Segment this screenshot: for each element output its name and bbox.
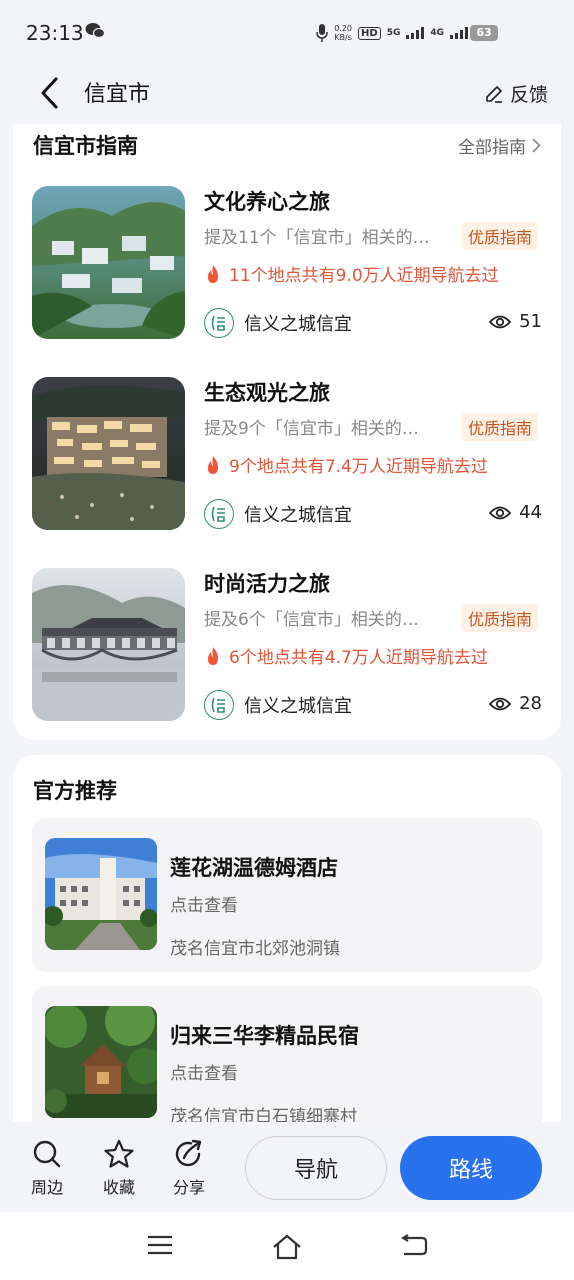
home-icon[interactable]: [272, 1234, 302, 1260]
route-button[interactable]: 路线: [400, 1136, 542, 1200]
recommendation-action[interactable]: 点击查看: [170, 891, 238, 916]
guide-author: 信义之城信宜: [204, 499, 352, 529]
guide-hot-text: 11个地点共有9.0万人近期导航去过: [229, 266, 499, 286]
view-count: 28: [519, 693, 542, 714]
bottom-action-bar: 周边 收藏 分享 导航 路线: [0, 1122, 574, 1212]
recommendation-thumbnail: [45, 1006, 157, 1118]
eye-icon: [489, 697, 512, 710]
author-name: 信义之城信宜: [244, 696, 352, 717]
recommendation-thumbnail: [45, 838, 157, 950]
menu-icon[interactable]: [147, 1234, 173, 1256]
guide-title: 生态观光之旅: [204, 381, 330, 405]
favorite-button[interactable]: 收藏: [94, 1138, 144, 1198]
guide-hot-stat: 9个地点共有7.4万人近期导航去过: [204, 452, 488, 477]
guide-item[interactable]: 文化养心之旅 提及11个「信宜市」相关的… 优质指南 11个地点共有9.0万人近…: [32, 186, 552, 342]
favorite-label: 收藏: [102, 1178, 135, 1197]
battery-indicator: 63: [470, 25, 498, 41]
recommendation-card[interactable]: 归来三华李精品民宿 点击查看 茂名信宜市白石镇细寨村: [32, 986, 542, 1140]
page-title: 信宜市: [84, 82, 151, 107]
fire-icon: [208, 264, 218, 283]
guide-author: 信义之城信宜: [204, 308, 352, 338]
signal-icon: [406, 27, 425, 39]
fire-icon: [208, 646, 218, 665]
share-icon: [175, 1139, 202, 1167]
back-arrow-icon[interactable]: [36, 76, 66, 110]
guide-thumbnail: [32, 568, 185, 721]
share-button[interactable]: 分享: [164, 1138, 214, 1198]
guide-description: 提及11个「信宜市」相关的…: [204, 228, 430, 248]
recommendation-address: 茂名信宜市北郊池洞镇: [170, 939, 340, 959]
microphone-icon: [316, 24, 328, 42]
guide-title: 时尚活力之旅: [204, 572, 330, 596]
guide-author: 信义之城信宜: [204, 690, 352, 720]
feedback-button[interactable]: 反馈: [484, 80, 548, 107]
guide-hot-text: 9个地点共有7.4万人近期导航去过: [229, 457, 488, 477]
author-name: 信义之城信宜: [244, 505, 352, 526]
nearby-button[interactable]: 周边: [22, 1138, 72, 1198]
wechat-icon: [85, 23, 105, 39]
guide-thumbnail: [32, 377, 185, 530]
guide-views: 51: [489, 311, 542, 332]
author-logo-icon: [204, 499, 234, 529]
edit-icon: [486, 85, 502, 103]
guide-hot-stat: 6个地点共有4.7万人近期导航去过: [204, 643, 488, 668]
star-icon: [104, 1139, 134, 1168]
official-section-title: 官方推荐: [33, 779, 117, 803]
chevron-right-icon: [532, 138, 541, 153]
recommendation-card[interactable]: 莲花湖温德姆酒店 点击查看 茂名信宜市北郊池洞镇: [32, 818, 542, 972]
guide-hot-stat: 11个地点共有9.0万人近期导航去过: [204, 261, 499, 286]
eye-icon: [489, 315, 512, 328]
guide-description: 提及9个「信宜市」相关的…: [204, 419, 419, 439]
back-nav-icon[interactable]: [400, 1234, 428, 1258]
recommendation-name: 莲花湖温德姆酒店: [170, 856, 338, 880]
guide-views: 44: [489, 502, 542, 523]
status-bar: 23:13 0.20 KB/s HD 5G 4G 63: [0, 0, 574, 64]
share-label: 分享: [172, 1178, 205, 1197]
author-logo-icon: [204, 690, 234, 720]
navigate-button[interactable]: 导航: [245, 1136, 387, 1200]
view-count: 44: [519, 502, 542, 523]
network-5g: 5G: [386, 28, 401, 38]
view-count: 51: [519, 311, 542, 332]
speed-unit: KB/s: [334, 33, 352, 42]
quality-badge: 优质指南: [462, 413, 539, 441]
official-section: 官方推荐 莲花湖温德姆酒店 点击查看 茂名信宜市北郊池洞镇 归来三华李精品民宿 …: [13, 755, 561, 1140]
guide-views: 28: [489, 693, 542, 714]
guide-section-title: 信宜市指南: [33, 134, 138, 158]
recommendation-name: 归来三华李精品民宿: [170, 1024, 359, 1048]
guide-item[interactable]: 时尚活力之旅 提及6个「信宜市」相关的… 优质指南 6个地点共有4.7万人近期导…: [32, 568, 552, 724]
eye-icon: [489, 506, 512, 519]
recommendation-action[interactable]: 点击查看: [170, 1059, 238, 1084]
all-guides-link[interactable]: 全部指南: [458, 133, 541, 158]
guide-description: 提及6个「信宜市」相关的…: [204, 610, 419, 630]
signal-icon-2: [450, 27, 468, 39]
author-name: 信义之城信宜: [244, 314, 352, 335]
network-4g: 4G: [430, 28, 444, 38]
quality-badge: 优质指南: [462, 604, 539, 632]
guide-title: 文化养心之旅: [204, 190, 330, 214]
author-logo-icon: [204, 308, 234, 338]
guide-hot-text: 6个地点共有4.7万人近期导航去过: [229, 648, 488, 668]
search-icon: [33, 1140, 61, 1168]
hd-badge: HD: [358, 26, 381, 40]
feedback-label: 反馈: [509, 84, 548, 106]
system-navigation-bar: [0, 1212, 574, 1280]
nearby-label: 周边: [30, 1178, 63, 1197]
speed-value: 0.20: [334, 24, 353, 33]
guide-thumbnail: [32, 186, 185, 339]
guide-item[interactable]: 生态观光之旅 提及9个「信宜市」相关的… 优质指南 9个地点共有7.4万人近期导…: [32, 377, 552, 533]
guide-section: 信宜市指南 全部指南 文化养心之旅 提及11个「信宜市」相关的… 优质指南 11…: [13, 124, 561, 740]
page-header: 信宜市 反馈: [0, 64, 574, 122]
fire-icon: [208, 455, 218, 474]
quality-badge: 优质指南: [462, 222, 539, 250]
status-time: 23:13: [26, 21, 84, 45]
network-speed: 0.20 KB/s: [334, 24, 352, 42]
all-guides-label: 全部指南: [458, 138, 526, 158]
